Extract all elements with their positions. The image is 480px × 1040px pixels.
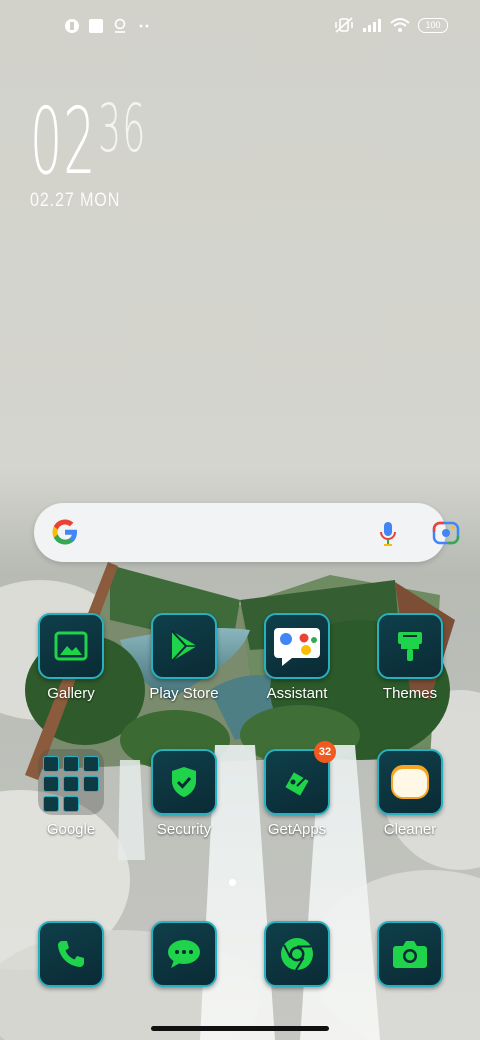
gesture-nav-bar[interactable] [151, 1026, 329, 1031]
app-themes[interactable]: Themes [360, 613, 460, 733]
wifi-icon [390, 18, 410, 32]
phone-icon [58, 941, 84, 967]
themes-tile[interactable] [377, 613, 443, 679]
messages-tile[interactable] [151, 921, 217, 987]
cleaner-icon [391, 765, 429, 799]
camera-icon [393, 941, 427, 968]
assistant-tile[interactable] [264, 613, 330, 679]
notification-icon [65, 19, 79, 33]
mini-maps-icon [83, 756, 99, 772]
notification-badge: 32 [314, 741, 336, 763]
mini-photos-icon [83, 776, 99, 792]
app-label: Google [46, 821, 96, 838]
assistant-icon [274, 628, 320, 666]
gallery-tile[interactable] [38, 613, 104, 679]
app-label: Assistant [266, 685, 328, 702]
app-play-store[interactable]: Play Store [134, 613, 234, 733]
lens-icon[interactable] [432, 520, 460, 546]
app-getapps[interactable]: 32 GetApps [247, 741, 347, 869]
app-label: GetApps [267, 821, 327, 838]
app-label: Gallery [47, 685, 95, 702]
mini-meet-icon [43, 796, 59, 812]
dock-phone[interactable] [21, 921, 121, 991]
status-right: 100 [334, 17, 448, 33]
app-label: Play Store [149, 685, 219, 702]
play-store-tile[interactable] [151, 613, 217, 679]
location-icon [114, 18, 126, 33]
app-label: Cleaner [383, 821, 437, 838]
vibrate-off-icon [335, 17, 353, 33]
security-icon [172, 767, 196, 797]
google-logo[interactable] [50, 517, 80, 547]
app-cleaner[interactable]: Cleaner [360, 749, 460, 869]
folder-icon[interactable] [38, 749, 104, 815]
mini-youtube-icon [43, 776, 59, 792]
themes-icon [398, 632, 422, 661]
mini-gmail-icon [63, 756, 79, 772]
chrome-tile[interactable] [264, 921, 330, 987]
clock-minutes: 36 [98, 90, 147, 167]
signal-icon [363, 19, 381, 32]
app-label: Security [156, 821, 212, 838]
status-bar: 100 [0, 0, 480, 56]
security-tile[interactable] [151, 749, 217, 815]
google-search-bar[interactable] [34, 503, 460, 562]
mini-google-icon [43, 756, 59, 772]
dock-messages[interactable] [134, 921, 234, 991]
mic-icon[interactable] [378, 521, 398, 547]
mini-duo-icon [63, 796, 79, 812]
folder-google[interactable]: Google [21, 749, 121, 869]
play-store-icon [171, 630, 197, 662]
phone-tile[interactable] [38, 921, 104, 987]
dock-chrome[interactable] [247, 921, 347, 991]
messages-icon [168, 940, 200, 968]
cleaner-tile[interactable] [377, 749, 443, 815]
more-dots-icon [139, 24, 149, 28]
gallery-icon [54, 631, 88, 661]
app-label: Themes [382, 685, 438, 702]
app-assistant[interactable]: Assistant [247, 613, 347, 733]
app-gallery[interactable]: Gallery [21, 613, 121, 733]
getapps-icon [285, 772, 309, 796]
clock-date: 02.27 MON [30, 190, 121, 211]
chrome-icon [281, 938, 313, 971]
camera-tile[interactable] [377, 921, 443, 987]
getapps-tile[interactable]: 32 [264, 741, 336, 815]
app-security[interactable]: Security [134, 749, 234, 869]
dock-camera[interactable] [360, 921, 460, 991]
page-indicator [229, 879, 236, 886]
clock-widget[interactable]: 02 36 02.27 MON [30, 96, 151, 212]
clock-hours: 02 [30, 88, 97, 195]
mini-drive-icon [63, 776, 79, 792]
square-icon [89, 19, 103, 33]
battery-icon: 100 [418, 17, 448, 33]
status-left [64, 18, 152, 34]
